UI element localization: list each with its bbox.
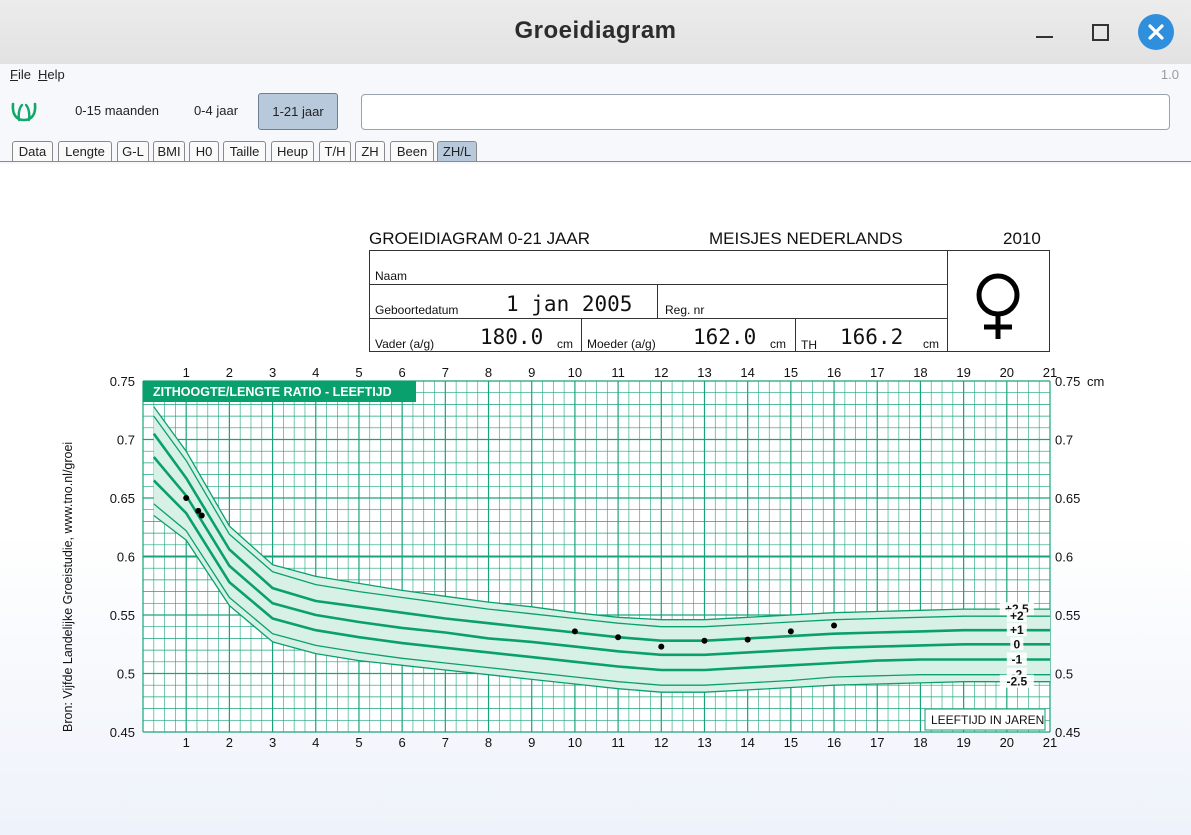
- y-tick-label-right: 0.6: [1055, 550, 1073, 565]
- x-tick-label-bottom: 8: [485, 735, 492, 750]
- x-tick-label-top: 8: [485, 365, 492, 380]
- measurement-point: [615, 634, 622, 641]
- x-tick-label-bottom: 3: [269, 735, 276, 750]
- measurement-point: [571, 628, 578, 635]
- right-axis-unit: cm: [1087, 374, 1104, 389]
- x-tick-label-bottom: 20: [1000, 735, 1014, 750]
- measurement-point: [198, 512, 205, 519]
- y-tick-label-right: 0.5: [1055, 667, 1073, 682]
- source-text: Bron: Vijfde Landelijke Groeistudie, www…: [61, 442, 75, 732]
- y-tick-label-right: 0.75: [1055, 374, 1080, 389]
- sd-label: +1: [1010, 623, 1024, 637]
- measurement-point: [701, 637, 708, 644]
- y-tick-label-left: 0.55: [110, 608, 135, 623]
- y-tick-label-right: 0.55: [1055, 608, 1080, 623]
- x-tick-label-top: 6: [399, 365, 406, 380]
- x-tick-label-bottom: 7: [442, 735, 449, 750]
- x-tick-label-bottom: 10: [568, 735, 582, 750]
- x-tick-label-bottom: 6: [399, 735, 406, 750]
- chart-title: ZITHOOGTE/LENGTE RATIO - LEEFTIJD: [153, 385, 392, 399]
- x-tick-label-bottom: 13: [697, 735, 711, 750]
- x-tick-label-bottom: 19: [956, 735, 970, 750]
- y-tick-label-left: 0.45: [110, 725, 135, 740]
- x-tick-label-bottom: 4: [312, 735, 319, 750]
- y-tick-label-left: 0.7: [117, 433, 135, 448]
- x-tick-label-top: 17: [870, 365, 884, 380]
- x-tick-label-bottom: 12: [654, 735, 668, 750]
- x-tick-label-top: 12: [654, 365, 668, 380]
- sd-label: -1: [1011, 652, 1022, 666]
- x-tick-label-top: 14: [740, 365, 754, 380]
- sd-label: +2: [1010, 609, 1024, 623]
- x-axis-label: LEEFTIJD IN JAREN: [931, 713, 1044, 727]
- x-tick-label-bottom: 17: [870, 735, 884, 750]
- sd-label: 0: [1013, 637, 1020, 651]
- y-tick-label-left: 0.5: [117, 667, 135, 682]
- x-tick-label-bottom: 15: [784, 735, 798, 750]
- x-tick-label-top: 19: [956, 365, 970, 380]
- x-tick-label-top: 9: [528, 365, 535, 380]
- x-tick-label-top: 13: [697, 365, 711, 380]
- x-tick-label-bottom: 2: [226, 735, 233, 750]
- x-tick-label-top: 16: [827, 365, 841, 380]
- measurement-point: [658, 643, 665, 650]
- x-tick-label-top: 20: [1000, 365, 1014, 380]
- x-tick-label-top: 15: [784, 365, 798, 380]
- x-tick-label-bottom: 1: [183, 735, 190, 750]
- x-tick-label-top: 1: [183, 365, 190, 380]
- measurement-point: [787, 628, 794, 635]
- x-tick-label-bottom: 9: [528, 735, 535, 750]
- x-tick-label-bottom: 11: [611, 735, 625, 750]
- x-tick-label-top: 10: [568, 365, 582, 380]
- measurement-point: [831, 622, 838, 629]
- growth-chart: 1122334455667788991010111112121313141415…: [61, 365, 1104, 750]
- measurement-point: [744, 636, 751, 643]
- y-tick-label-right: 0.65: [1055, 491, 1080, 506]
- y-tick-label-left: 0.75: [110, 374, 135, 389]
- x-tick-label-bottom: 5: [355, 735, 362, 750]
- y-tick-label-right: 0.7: [1055, 433, 1073, 448]
- x-tick-label-bottom: 16: [827, 735, 841, 750]
- measurement-point: [183, 495, 190, 501]
- x-tick-label-top: 11: [611, 365, 625, 380]
- x-tick-label-top: 4: [312, 365, 319, 380]
- y-tick-label-right: 0.45: [1055, 725, 1080, 740]
- y-tick-label-left: 0.65: [110, 491, 135, 506]
- x-tick-label-top: 7: [442, 365, 449, 380]
- x-tick-label-top: 5: [355, 365, 362, 380]
- x-tick-label-top: 18: [913, 365, 927, 380]
- x-tick-label-bottom: 18: [913, 735, 927, 750]
- y-tick-label-left: 0.6: [117, 550, 135, 565]
- x-tick-label-top: 2: [226, 365, 233, 380]
- x-tick-label-bottom: 14: [740, 735, 754, 750]
- sd-label: -2.5: [1006, 675, 1027, 689]
- x-tick-label-top: 3: [269, 365, 276, 380]
